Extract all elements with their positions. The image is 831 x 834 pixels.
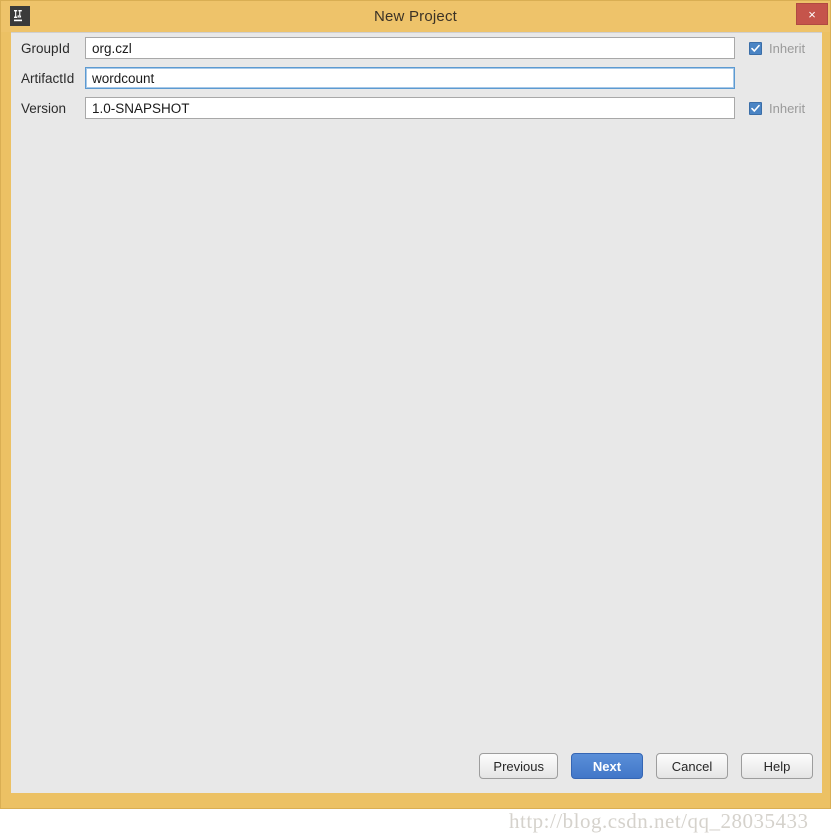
version-inherit-label: Inherit — [769, 100, 806, 116]
groupid-inherit-checkbox[interactable] — [749, 41, 762, 55]
form-row-artifactid: ArtifactId wordcount — [11, 63, 822, 93]
groupid-inherit-group: Inherit — [749, 41, 805, 56]
window-title: New Project — [373, 8, 458, 25]
maven-coordinates-form: GroupId org.czl Inherit ArtifactId wordc… — [11, 33, 822, 123]
cancel-button[interactable]: Cancel — [656, 753, 728, 779]
groupid-label: GroupId — [21, 40, 70, 56]
watermark-text: http://blog.csdn.net/qq_28035433 — [509, 809, 809, 833]
form-row-version: Version 1.0-SNAPSHOT Inherit — [11, 93, 822, 123]
title-bar: New Project × — [1, 1, 830, 32]
form-row-groupid: GroupId org.czl Inherit — [11, 33, 822, 63]
next-button[interactable]: Next — [571, 753, 643, 779]
new-project-dialog-window: New Project × GroupId org.czl Inherit Ar… — [0, 0, 831, 833]
dialog-content: GroupId org.czl Inherit ArtifactId wordc… — [11, 32, 822, 833]
version-value: 1.0-SNAPSHOT — [92, 100, 190, 116]
groupid-input[interactable]: org.czl — [85, 37, 735, 59]
help-button[interactable]: Help — [741, 753, 813, 779]
previous-button[interactable]: Previous — [479, 753, 558, 779]
dialog-footer: Previous Next Cancel Help — [11, 753, 822, 779]
artifactid-label: ArtifactId — [21, 70, 75, 86]
close-icon: × — [808, 6, 816, 22]
version-label: Version — [21, 100, 67, 116]
artifactid-value: wordcount — [92, 70, 155, 86]
groupid-inherit-label: Inherit — [769, 40, 806, 56]
version-input[interactable]: 1.0-SNAPSHOT — [85, 97, 735, 119]
groupid-value: org.czl — [92, 40, 132, 56]
version-inherit-checkbox[interactable] — [749, 101, 762, 115]
artifactid-input[interactable]: wordcount — [85, 67, 735, 89]
close-button[interactable]: × — [796, 3, 828, 25]
version-inherit-group: Inherit — [749, 101, 805, 116]
